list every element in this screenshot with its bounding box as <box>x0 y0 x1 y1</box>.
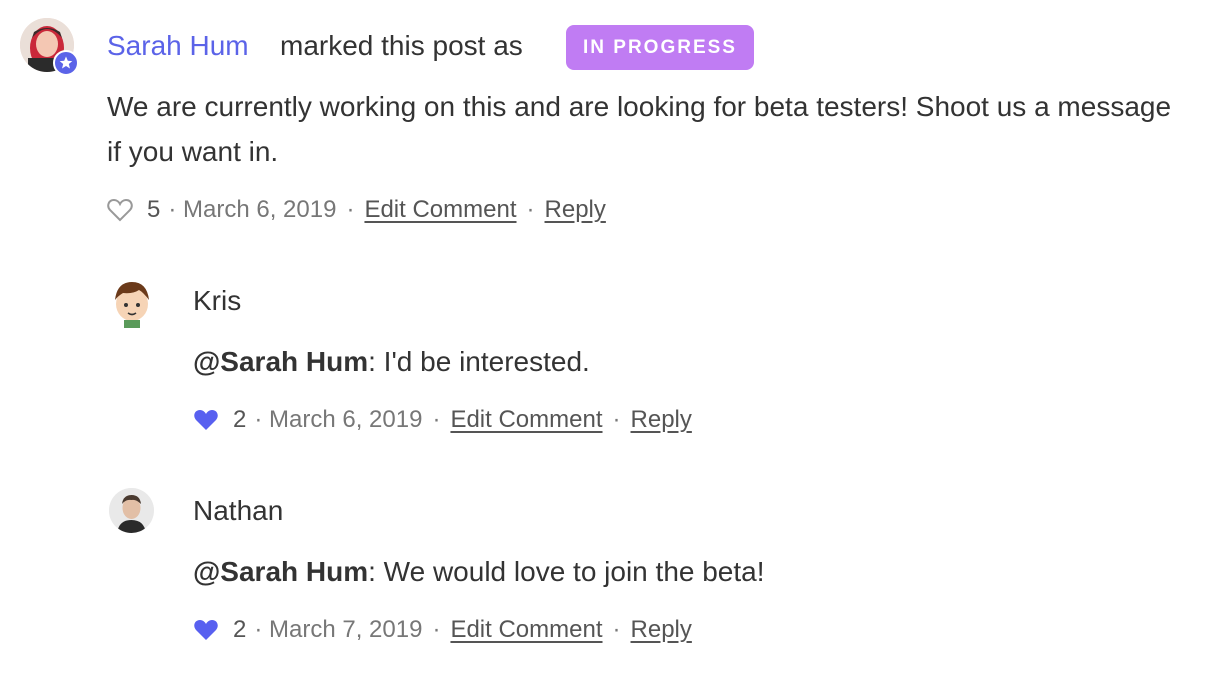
separator-dot: · <box>432 406 441 433</box>
reply-text: : We would love to join the beta! <box>368 556 765 587</box>
separator-dot: · <box>432 616 441 643</box>
like-heart-icon[interactable] <box>107 198 133 222</box>
edit-comment-link[interactable]: Edit Comment <box>450 616 602 644</box>
reply-body: @Sarah Hum: We would love to join the be… <box>193 549 765 594</box>
avatar-nathan[interactable] <box>109 488 154 533</box>
reply-link[interactable]: Reply <box>631 616 692 644</box>
reply-link[interactable]: Reply <box>631 406 692 434</box>
like-count: 2 <box>233 616 247 643</box>
separator-dot: · <box>612 406 621 433</box>
author-nathan[interactable]: Nathan <box>193 495 283 527</box>
comment-body: We are currently working on this and are… <box>107 91 1172 167</box>
status-action-text: marked this post as <box>280 30 523 61</box>
author-sarah-hum[interactable]: Sarah Hum <box>107 30 249 62</box>
reply-link[interactable]: Reply <box>545 196 606 224</box>
comment-date: · March 6, 2019 <box>168 196 337 223</box>
separator-dot: · <box>612 616 621 643</box>
mention-link[interactable]: @Sarah Hum <box>193 346 368 377</box>
moderator-star-icon <box>53 50 79 76</box>
like-heart-icon[interactable] <box>193 408 219 432</box>
separator-dot: · <box>346 196 355 223</box>
separator-dot: · <box>526 196 535 223</box>
status-badge: IN PROGRESS <box>566 25 754 70</box>
comment-date: · March 6, 2019 <box>254 406 423 433</box>
like-count: 5 <box>147 196 161 223</box>
edit-comment-link[interactable]: Edit Comment <box>450 406 602 434</box>
avatar-kris[interactable] <box>109 278 155 328</box>
comment-meta: 5 · March 6, 2019 · Edit Comment · Reply <box>107 195 606 225</box>
reply-text: : I'd be interested. <box>368 346 590 377</box>
author-kris[interactable]: Kris <box>193 285 241 317</box>
like-heart-icon[interactable] <box>193 618 219 642</box>
like-count: 2 <box>233 406 247 433</box>
reply-meta: 2 · March 7, 2019 · Edit Comment · Reply <box>193 615 692 645</box>
comment-date: · March 7, 2019 <box>254 616 423 643</box>
mention-link[interactable]: @Sarah Hum <box>193 556 368 587</box>
edit-comment-link[interactable]: Edit Comment <box>364 196 516 224</box>
reply-meta: 2 · March 6, 2019 · Edit Comment · Reply <box>193 405 692 435</box>
reply-body: @Sarah Hum: I'd be interested. <box>193 339 590 384</box>
